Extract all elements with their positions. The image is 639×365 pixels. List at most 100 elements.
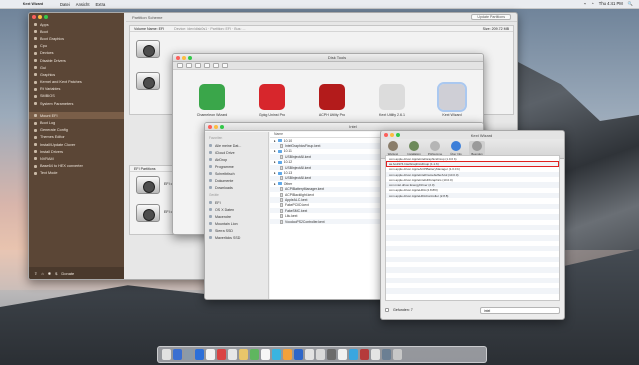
disclosure-triangle-icon[interactable]: ▸ bbox=[274, 171, 276, 175]
toolbar-button[interactable]: Wartung bbox=[385, 141, 401, 156]
disk-icon[interactable] bbox=[136, 72, 160, 90]
update-partitions-button[interactable]: Update Partitions bbox=[471, 14, 511, 20]
clock[interactable]: Thu 4:41 PM bbox=[599, 1, 623, 7]
share-icon[interactable]: ⇪ bbox=[34, 271, 37, 276]
sidebar-item[interactable]: Boot bbox=[29, 28, 124, 35]
dock-app-icon[interactable] bbox=[173, 349, 182, 360]
paypal-icon[interactable]: $ bbox=[55, 271, 57, 276]
zoom-button[interactable] bbox=[188, 55, 192, 60]
minimize-button[interactable] bbox=[214, 124, 218, 129]
finder-sidebar-item[interactable]: Maverlicks SSD bbox=[205, 234, 268, 241]
dock-app-icon[interactable] bbox=[371, 349, 380, 360]
dock-app-icon[interactable] bbox=[162, 349, 171, 360]
finder-sidebar-item[interactable]: EFI bbox=[205, 199, 268, 206]
dock-app-icon[interactable] bbox=[349, 349, 358, 360]
home-icon[interactable]: ⌂ bbox=[41, 271, 43, 276]
minimize-button[interactable] bbox=[182, 55, 186, 60]
sidebar-item[interactable]: Boot Log bbox=[29, 119, 124, 126]
dock-app-icon[interactable] bbox=[261, 349, 270, 360]
sidebar-item[interactable]: Kernel and Kext Patches bbox=[29, 79, 124, 86]
dock-app-icon[interactable] bbox=[272, 349, 281, 360]
close-button[interactable] bbox=[32, 15, 36, 19]
disclosure-triangle-icon[interactable]: ▸ bbox=[274, 182, 276, 186]
finder-sidebar-item[interactable]: Macendre bbox=[205, 213, 268, 220]
zoom-button[interactable] bbox=[220, 124, 224, 129]
back-button[interactable] bbox=[177, 63, 183, 68]
status-item[interactable]: ⌁ bbox=[584, 1, 587, 7]
donate-label[interactable]: Donate bbox=[61, 271, 74, 276]
menu-app-name[interactable]: Kext Wizard bbox=[12, 2, 54, 6]
sidebar-item[interactable]: System Parameters bbox=[29, 100, 124, 107]
dock-app-icon[interactable] bbox=[393, 349, 402, 360]
dock-app-icon[interactable] bbox=[305, 349, 314, 360]
view-list-button[interactable] bbox=[204, 63, 210, 68]
sidebar-item[interactable]: Base64 to HEX converter bbox=[29, 163, 124, 170]
spotlight-icon[interactable]: 🔍 bbox=[628, 1, 633, 7]
toolbar-button[interactable]: Beenden bbox=[469, 141, 485, 156]
sidebar-item[interactable]: SMBIOS bbox=[29, 93, 124, 100]
minimize-button[interactable] bbox=[38, 15, 42, 19]
dock-app-icon[interactable] bbox=[283, 349, 292, 360]
sidebar-item[interactable]: Text Mode bbox=[29, 170, 124, 177]
app-item[interactable]: Kext Wizard bbox=[431, 82, 473, 117]
dock-app-icon[interactable] bbox=[239, 349, 248, 360]
dock-app-icon[interactable] bbox=[316, 349, 325, 360]
dock-app-icon[interactable] bbox=[184, 349, 193, 360]
toolbar-button[interactable]: Über Info bbox=[448, 141, 464, 156]
forward-button[interactable] bbox=[186, 63, 192, 68]
dock-app-icon[interactable] bbox=[327, 349, 336, 360]
sidebar-item[interactable]: Install/Update Clover bbox=[29, 141, 124, 148]
sidebar-item[interactable]: Boot Graphics bbox=[29, 35, 124, 42]
finder-sidebar-item[interactable]: AirDrop bbox=[205, 156, 268, 163]
sidebar-item[interactable]: Install Drivers bbox=[29, 148, 124, 155]
app-item[interactable]: Chameleon Wizard bbox=[191, 84, 233, 117]
disclosure-triangle-icon[interactable]: ▸ bbox=[274, 149, 276, 153]
close-button[interactable] bbox=[384, 133, 388, 137]
dock-app-icon[interactable] bbox=[360, 349, 369, 360]
finder-sidebar-item[interactable]: iCloud Drive bbox=[205, 149, 268, 156]
close-button[interactable] bbox=[208, 124, 212, 129]
found-checkbox[interactable] bbox=[385, 308, 389, 312]
disk-icon[interactable] bbox=[136, 40, 160, 58]
finder-sidebar-item[interactable]: Alle meine Dat... bbox=[205, 142, 268, 149]
dock-app-icon[interactable] bbox=[206, 349, 215, 360]
dock-app-icon[interactable] bbox=[382, 349, 391, 360]
disk-icon[interactable] bbox=[136, 176, 160, 194]
sidebar-item[interactable]: Disable Drivers bbox=[29, 57, 124, 64]
settings-icon[interactable]: ✱ bbox=[48, 271, 51, 276]
close-button[interactable] bbox=[176, 55, 180, 60]
view-icons-button[interactable] bbox=[195, 63, 201, 68]
finder-sidebar-item[interactable]: Dokumente bbox=[205, 177, 268, 184]
finder-sidebar-item[interactable]: OS X Daten bbox=[205, 206, 268, 213]
dock-app-icon[interactable] bbox=[195, 349, 204, 360]
sidebar-item[interactable]: Graphics bbox=[29, 71, 124, 78]
search-input[interactable]: intel bbox=[480, 306, 560, 314]
view-columns-button[interactable] bbox=[213, 63, 219, 68]
dock-app-icon[interactable] bbox=[294, 349, 303, 360]
app-item[interactable]: Kext Utility 2.6.1 bbox=[371, 84, 413, 117]
finder-sidebar-item[interactable]: Downloads bbox=[205, 184, 268, 191]
sidebar-item[interactable]: Gui bbox=[29, 64, 124, 71]
zoom-button[interactable] bbox=[44, 15, 48, 19]
dock-app-icon[interactable] bbox=[217, 349, 226, 360]
finder-sidebar-item[interactable]: Programme bbox=[205, 163, 268, 170]
sidebar-item[interactable]: Cpu bbox=[29, 43, 124, 50]
menu-view[interactable]: Ansicht bbox=[76, 2, 90, 7]
app-item[interactable]: ACPH Utility Pro bbox=[311, 84, 353, 117]
dock-app-icon[interactable] bbox=[338, 349, 347, 360]
app-item[interactable]: Gpkg Uninst Pro bbox=[251, 84, 293, 117]
toolbar-button[interactable]: Prüfsumme bbox=[427, 141, 443, 156]
finder-sidebar-item[interactable]: Sierra SSD bbox=[205, 227, 268, 234]
sidebar-item[interactable]: Apps bbox=[29, 21, 124, 28]
disclosure-triangle-icon[interactable]: ▸ bbox=[274, 139, 276, 143]
disclosure-triangle-icon[interactable]: ▸ bbox=[274, 160, 276, 164]
sidebar-item[interactable]: Themes Editor bbox=[29, 134, 124, 141]
zoom-button[interactable] bbox=[396, 133, 400, 137]
dock-app-icon[interactable] bbox=[228, 349, 237, 360]
minimize-button[interactable] bbox=[390, 133, 394, 137]
sidebar-item[interactable]: Rt Variables bbox=[29, 86, 124, 93]
menu-extra[interactable]: Extra bbox=[96, 2, 106, 7]
finder-sidebar-item[interactable]: Mountain Lion bbox=[205, 220, 268, 227]
disk-icon[interactable] bbox=[136, 204, 160, 222]
dock-app-icon[interactable] bbox=[250, 349, 259, 360]
